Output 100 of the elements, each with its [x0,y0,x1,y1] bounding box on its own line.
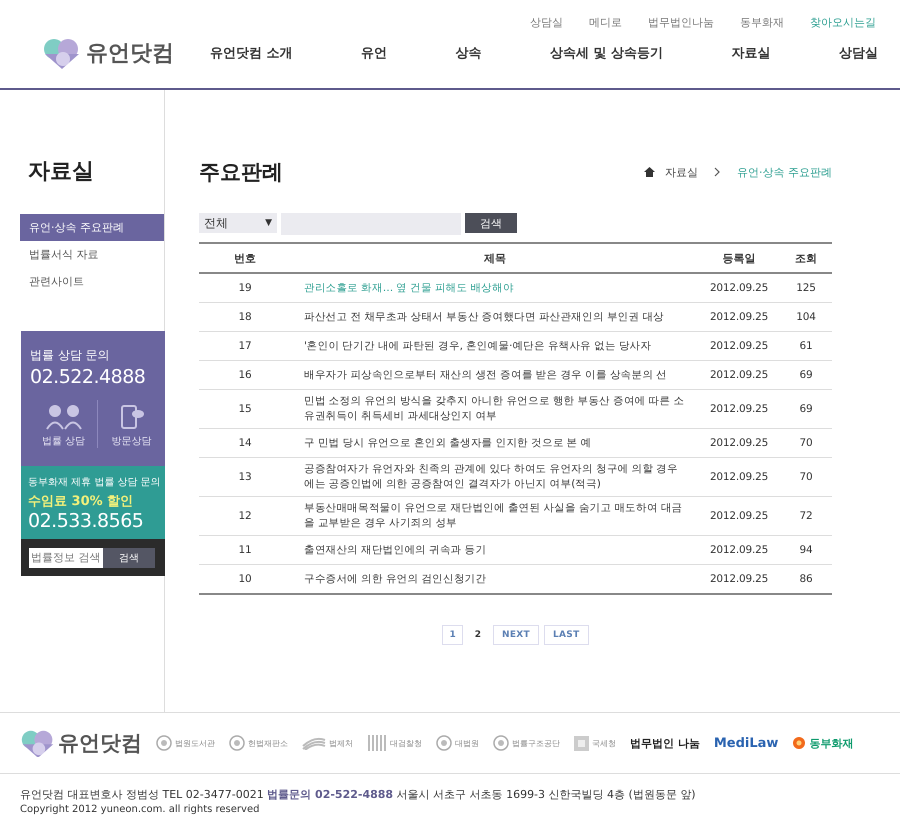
top-link[interactable]: 동부화재 [740,15,784,31]
top-link[interactable]: 법무법인나눔 [648,15,714,31]
consult-link[interactable]: 법률 상담 [42,434,86,448]
table-cell: 14 [199,428,291,458]
partner-logo-text[interactable]: 대검찰청 [390,738,422,748]
table-cell: 104 [780,302,832,332]
phone-number: 02.533.8565 [28,510,144,532]
page-title: 주요판례 [199,159,283,186]
table-cell: 12 [199,496,291,536]
copyright-text: Copyright 2012 yuneon.com. all rights reserved [19,803,260,815]
table-cell: 11 [199,536,291,564]
wave-icon [302,736,326,750]
seal-icon [436,735,452,751]
table-cell: 2012.09.25 [698,360,780,390]
partner-logo-text[interactable]: 법제처 [329,738,353,748]
nav-link[interactable]: 상담실 [838,44,878,62]
table-cell: 17 [199,332,291,360]
table-cell: 125 [780,273,832,302]
heart-logo-icon [20,728,56,758]
partner-logo-text[interactable]: 국세청 [592,738,616,748]
logo-text[interactable]: 유언닷컴 [86,38,174,68]
nav-link[interactable]: 자료실 [731,44,770,62]
sidebar-item[interactable]: 관련사이트 [20,268,164,295]
sidebar-item[interactable]: 법률서식 자료 [20,241,164,268]
page-link[interactable]: 2 [468,625,488,645]
page-link[interactable]: 1 [442,625,463,645]
post-title-link[interactable]: 구수증서에 의한 유언의 검인신청기간 [291,564,698,594]
footer-logo-text: 유언닷컴 [58,730,142,757]
home-icon [644,167,655,177]
partner-logo-text[interactable]: 헌법재판소 [248,738,288,748]
seal-icon [493,735,509,751]
grid-square-icon [574,736,589,750]
sidebar-item[interactable]: 유언·상속 주요판례 [20,214,164,241]
partner-logo-text[interactable]: 법률구조공단 [512,738,560,748]
table-cell: 2012.09.25 [698,332,780,360]
nav-link[interactable]: 유언 [361,44,387,62]
sidebar-title: 자료실 [27,158,95,186]
table-cell: 2012.09.25 [698,536,780,564]
table-cell: 61 [780,332,832,360]
post-title-link[interactable]: 민법 소정의 유언의 방식을 갖추지 아니한 유언으로 행한 부동산 증여에 따른 소유권취득이 취득세비 과세대상인지 여부 [291,390,698,428]
search-field[interactable]: 법률정보 검색 [29,548,103,568]
table-cell: 2012.09.25 [698,273,780,302]
phone-number: 02.522.4888 [30,366,146,388]
post-title-link[interactable]: 출연재산의 재단법인에의 귀속과 등기 [291,536,698,564]
consult-link[interactable]: 방문상담 [112,434,152,448]
search-button[interactable]: 검색 [103,548,155,568]
top-link[interactable]: 상담실 [530,15,563,31]
search-button[interactable]: 검색 [465,213,517,233]
seal-icon [229,735,245,751]
table-cell: 86 [780,564,832,594]
pager-button[interactable]: NEXT [493,625,539,645]
table-cell: 15 [199,390,291,428]
seal-icon [156,735,172,751]
post-title-link[interactable]: 공증참여자가 유언자와 친족의 관계에 있다 하여도 유언자의 청구에 의할 경우에는 공증인법에 의한 공증참여인 결격자가 아닌지 여부(적극) [291,458,698,496]
table-cell: 2012.09.25 [698,496,780,536]
table-cell: 69 [780,360,832,390]
table-cell: 19 [199,273,291,302]
post-title-link[interactable]: 구 민법 당시 유언으로 혼인외 출생자를 인지한 것으로 본 예 [291,428,698,458]
table-cell: 10 [199,564,291,594]
breadcrumb-link[interactable]: 자료실 [665,164,698,180]
partner-logo-text[interactable]: MediLaw [714,736,778,750]
nav-link[interactable]: 상속 [455,44,482,62]
table-cell: 72 [780,496,832,536]
post-title-link[interactable]: 배우자가 피상속인으로부터 재산의 생전 증여를 받은 경우 이를 상속분의 선 [291,360,698,390]
table-cell: 70 [780,428,832,458]
post-title-link[interactable]: 부동산매매목적물이 유언으로 재단법인에 출연된 사실을 숨기고 매도하여 대금을 교부받은 경우 사기죄의 성부 [291,496,698,536]
post-title-link[interactable]: '혼인이 단기간 내에 파탄된 경우, 혼인예물·예단은 유책사유 없는 당사자 [291,332,698,360]
people-icon [44,404,82,430]
post-title-link[interactable]: 파산선고 전 채무초과 상태서 부동산 증여했다면 파산관재인의 부인권 대상 [291,302,698,332]
pager-button[interactable]: LAST [544,625,589,645]
chevron-icon [714,167,721,177]
table-cell: 70 [780,458,832,496]
column-header: 등록일 [698,243,780,273]
table-cell: 69 [780,390,832,428]
nav-link[interactable]: 상속세 및 상속등기 [550,44,663,62]
consult-caption: 법률 상담 문의 [30,347,111,364]
table-cell: 13 [199,458,291,496]
partner-logo-text[interactable]: 대법원 [455,738,479,748]
mobile-chat-icon [118,404,144,430]
table-cell: 2012.09.25 [698,564,780,594]
partner-logo-text[interactable]: 동부화재 [809,736,854,750]
category-select[interactable]: 전체 ▼ [199,213,277,233]
partner-caption: 동부화재 제휴 법률 상담 문의 [28,476,162,489]
table-cell: 2012.09.25 [698,458,780,496]
table-cell: 2012.09.25 [698,302,780,332]
column-header: 번호 [199,243,291,273]
discount-text: 수임료 30% 할인 [28,493,134,510]
column-header: 조회 [780,243,832,273]
partner-logo-text[interactable]: 법원도서관 [175,738,215,748]
partner-logo-text[interactable]: 법무법인 나눔 [630,736,700,750]
table-cell: 16 [199,360,291,390]
table-cell: 2012.09.25 [698,390,780,428]
table-cell: 18 [199,302,291,332]
table-cell: 94 [780,536,832,564]
flower-icon [792,736,806,750]
nav-link[interactable]: 유언닷컴 소개 [210,44,293,62]
bars-icon [367,735,387,751]
column-header: 제목 [291,243,698,273]
top-link[interactable]: 메디로 [589,15,622,31]
table-cell: 2012.09.25 [698,428,780,458]
